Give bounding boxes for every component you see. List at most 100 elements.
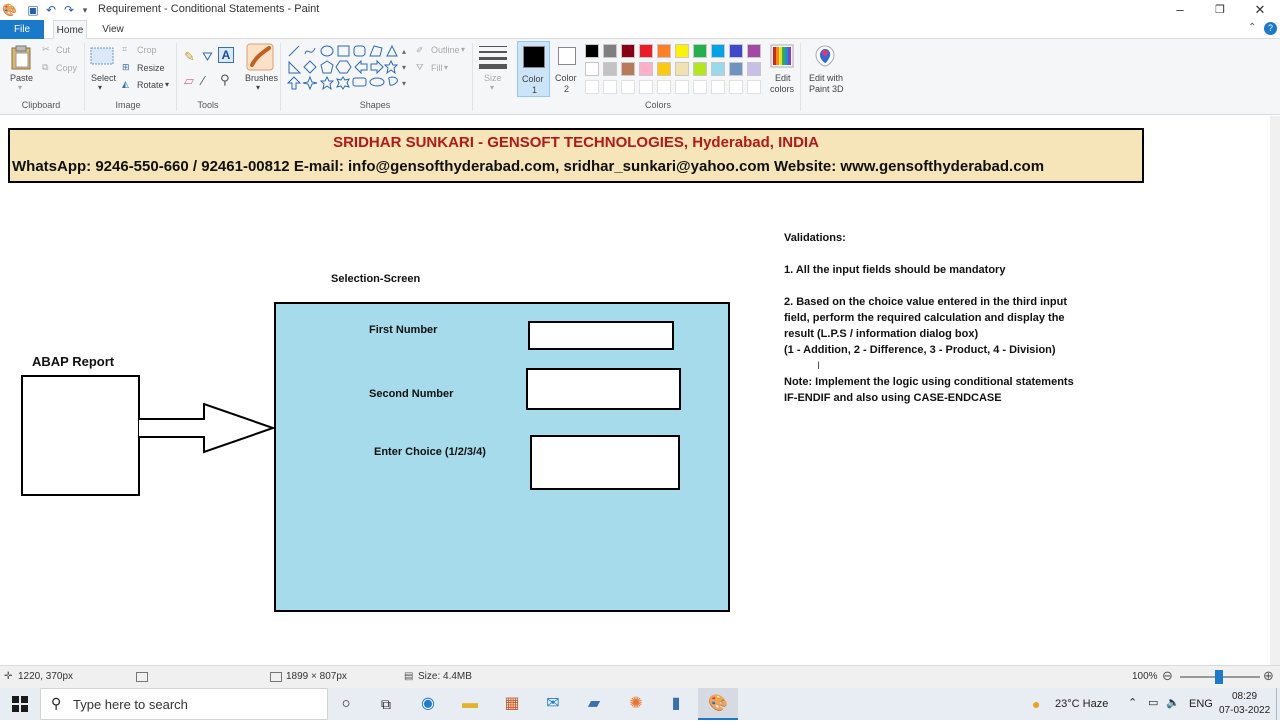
show-hidden-icons-icon[interactable]: ⌃ [1128,696,1137,709]
text-tool-icon[interactable]: A [218,47,234,63]
resize-button[interactable]: Resize [137,63,165,73]
shapes-scroll-down-icon[interactable]: ▾ [402,63,406,72]
palette-swatch[interactable] [585,44,599,58]
zoom-out-button[interactable]: ⊖ [1162,668,1173,684]
palette-swatch[interactable] [729,62,743,76]
shapes-gallery[interactable] [287,44,409,92]
paste-label[interactable]: Paste [10,73,33,83]
brushes-dropdown-icon[interactable]: ▾ [256,83,260,92]
custom-color-slot[interactable] [747,80,761,94]
palette-swatch[interactable] [639,62,653,76]
edit-colors-label-1[interactable]: Edit [775,73,791,83]
cortana-icon[interactable]: ○ [326,688,366,720]
language-indicator[interactable]: ENG [1189,698,1213,710]
paste-dropdown-icon[interactable]: ▾ [18,83,22,92]
palette-swatch[interactable] [675,62,689,76]
save-icon[interactable]: ▣ [26,3,40,17]
tab-view[interactable]: View [96,20,130,39]
palette-swatch[interactable] [711,44,725,58]
custom-color-slot[interactable] [639,80,653,94]
palette-swatch[interactable] [585,62,599,76]
task-view-icon[interactable]: ⧉ [366,688,406,720]
fill-button[interactable]: Fill [431,63,443,73]
magnifier-icon[interactable]: ⚲ [220,72,230,88]
palette-swatch[interactable] [603,62,617,76]
show-desktop-button[interactable] [1276,688,1280,720]
size-icon[interactable] [479,46,507,70]
tab-home[interactable]: Home [53,20,87,39]
weather-icon[interactable]: ● [1032,696,1040,712]
select-dropdown-icon[interactable]: ▾ [98,83,102,92]
microsoft-store-icon[interactable]: ▦ [492,688,532,720]
help-icon[interactable]: ? [1264,22,1277,35]
palette-swatch[interactable] [711,62,725,76]
eraser-icon[interactable]: ▱ [184,73,194,89]
color1-button[interactable]: Color 1 [517,41,550,97]
custom-color-slot[interactable] [657,80,671,94]
palette-swatch[interactable] [729,44,743,58]
zoom-in-button[interactable]: ⊕ [1263,668,1274,684]
paint3d-label-1[interactable]: Edit with [809,73,843,83]
size-dropdown-icon[interactable]: ▾ [490,83,494,92]
volume-icon[interactable]: 🔈 [1166,696,1180,709]
palette-swatch[interactable] [693,44,707,58]
tab-file[interactable]: File [0,20,44,39]
fill-dropdown-icon[interactable]: ▾ [444,63,448,72]
file-explorer-icon[interactable]: ▬ [450,688,490,720]
close-button[interactable]: ✕ [1240,0,1280,20]
app-blue-icon[interactable]: ▮ [656,688,696,720]
clock-date[interactable]: 07-03-2022 [1219,705,1270,716]
edit-colors-label-2[interactable]: colors [770,84,794,94]
app-orange-icon[interactable]: ✺ [616,688,656,720]
palette-swatch[interactable] [603,44,617,58]
zoom-slider-thumb[interactable] [1215,670,1223,684]
custom-color-slot[interactable] [621,80,635,94]
custom-color-slot[interactable] [675,80,689,94]
cut-button[interactable]: Cut [56,45,70,55]
size-label[interactable]: Size [484,73,502,83]
shapes-scroll-up-icon[interactable]: ▴ [402,47,406,56]
paste-icon[interactable] [10,44,32,70]
crop-button[interactable]: Crop [137,45,157,55]
custom-color-slot[interactable] [693,80,707,94]
palette-swatch[interactable] [657,44,671,58]
paint3d-label-2[interactable]: Paint 3D [809,84,844,94]
vertical-scrollbar[interactable] [1270,116,1280,665]
select-label[interactable]: Select [91,73,116,83]
custom-color-slot[interactable] [711,80,725,94]
paint3d-icon[interactable] [814,44,836,68]
edit-colors-icon[interactable] [770,44,794,68]
custom-color-slot[interactable] [585,80,599,94]
rotate-button[interactable]: Rotate [137,80,164,90]
select-icon[interactable] [90,47,114,67]
drawing-canvas[interactable]: SRIDHAR SUNKARI - GENSOFT TECHNOLOGIES, … [0,116,1270,656]
brushes-icon[interactable] [246,43,274,71]
palette-swatch[interactable] [747,44,761,58]
brushes-label[interactable]: Brushes [245,73,278,83]
windows-start-button[interactable] [0,688,40,720]
custom-color-slot[interactable] [603,80,617,94]
custom-color-slot[interactable] [729,80,743,94]
palette-swatch[interactable] [621,44,635,58]
outline-button[interactable]: Outline [431,45,460,55]
edge-browser-icon[interactable]: ◉ [408,688,448,720]
taskbar-search-box[interactable]: ⚲ Type here to search [40,688,328,720]
color2-button[interactable]: Color 2 [552,41,582,97]
color-picker-icon[interactable]: ⁄ [202,73,204,88]
restore-button[interactable]: ❐ [1200,0,1240,20]
customize-quick-access-icon[interactable]: ▾ [78,3,92,17]
palette-swatch[interactable] [693,62,707,76]
sap-logon-icon[interactable]: ▰ [574,688,614,720]
rotate-dropdown-icon[interactable]: ▾ [165,80,169,89]
network-icon[interactable]: ▭ [1148,696,1158,709]
palette-swatch[interactable] [747,62,761,76]
palette-swatch[interactable] [639,44,653,58]
fill-bucket-icon[interactable]: ⛛ [202,49,213,65]
outline-dropdown-icon[interactable]: ▾ [461,45,465,54]
mail-icon[interactable]: ✉ [533,688,573,720]
shapes-more-icon[interactable]: ▾ [402,79,406,88]
pencil-icon[interactable]: ✎ [184,49,195,65]
collapse-ribbon-icon[interactable]: ⌃ [1248,22,1256,33]
palette-swatch[interactable] [675,44,689,58]
redo-icon[interactable]: ↷ [62,3,76,17]
